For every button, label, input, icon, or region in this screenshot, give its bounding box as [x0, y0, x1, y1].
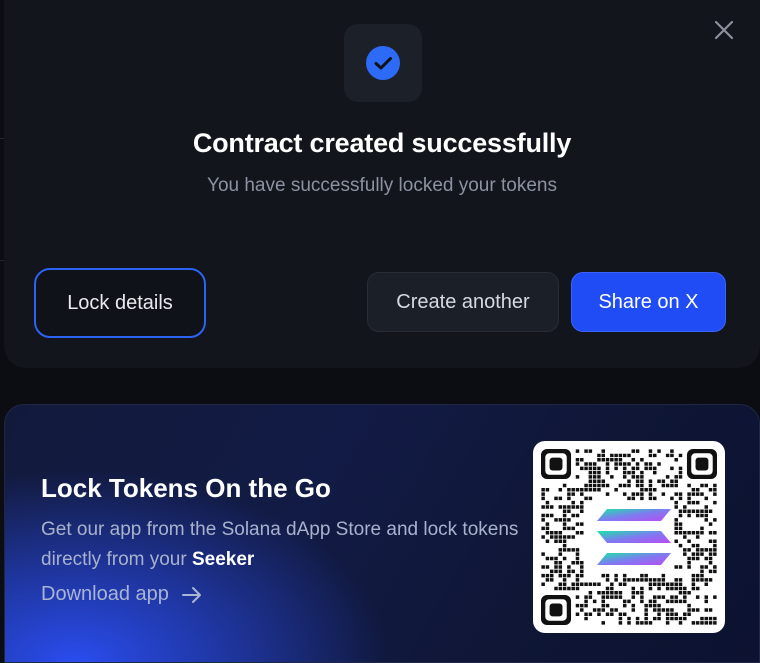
promo-title: Lock Tokens On the Go	[41, 473, 331, 503]
check-circle-icon	[366, 46, 400, 80]
download-app-label: Download app	[41, 583, 169, 605]
download-app-link[interactable]: Download app	[41, 583, 203, 606]
solana-logo-icon	[597, 509, 671, 565]
create-another-button[interactable]: Create another	[367, 272, 559, 332]
arrow-right-icon	[181, 586, 201, 603]
modal-title: Contract created successfully	[192, 128, 572, 158]
promo-description: Get our app from the Solana dApp Store a…	[41, 515, 521, 575]
qr-code-image	[541, 449, 717, 625]
success-badge	[344, 24, 422, 102]
qr-finder-pattern	[686, 449, 717, 480]
promo-description-text: Get our app from the Solana dApp Store a…	[41, 519, 519, 570]
mobile-app-promo: Lock Tokens On the Go Get our app from t…	[4, 404, 760, 663]
share-on-x-button[interactable]: Share on X	[571, 272, 726, 332]
modal-subtitle: You have successfully locked your tokens	[207, 175, 557, 196]
lock-details-button[interactable]: Lock details	[34, 268, 206, 338]
promo-device-name: Seeker	[191, 549, 255, 570]
success-modal: Contract created successfully You have s…	[4, 0, 760, 368]
qr-finder-pattern	[541, 449, 572, 480]
close-icon[interactable]	[712, 18, 736, 42]
qr-code[interactable]	[533, 441, 725, 633]
qr-finder-pattern	[541, 594, 572, 625]
